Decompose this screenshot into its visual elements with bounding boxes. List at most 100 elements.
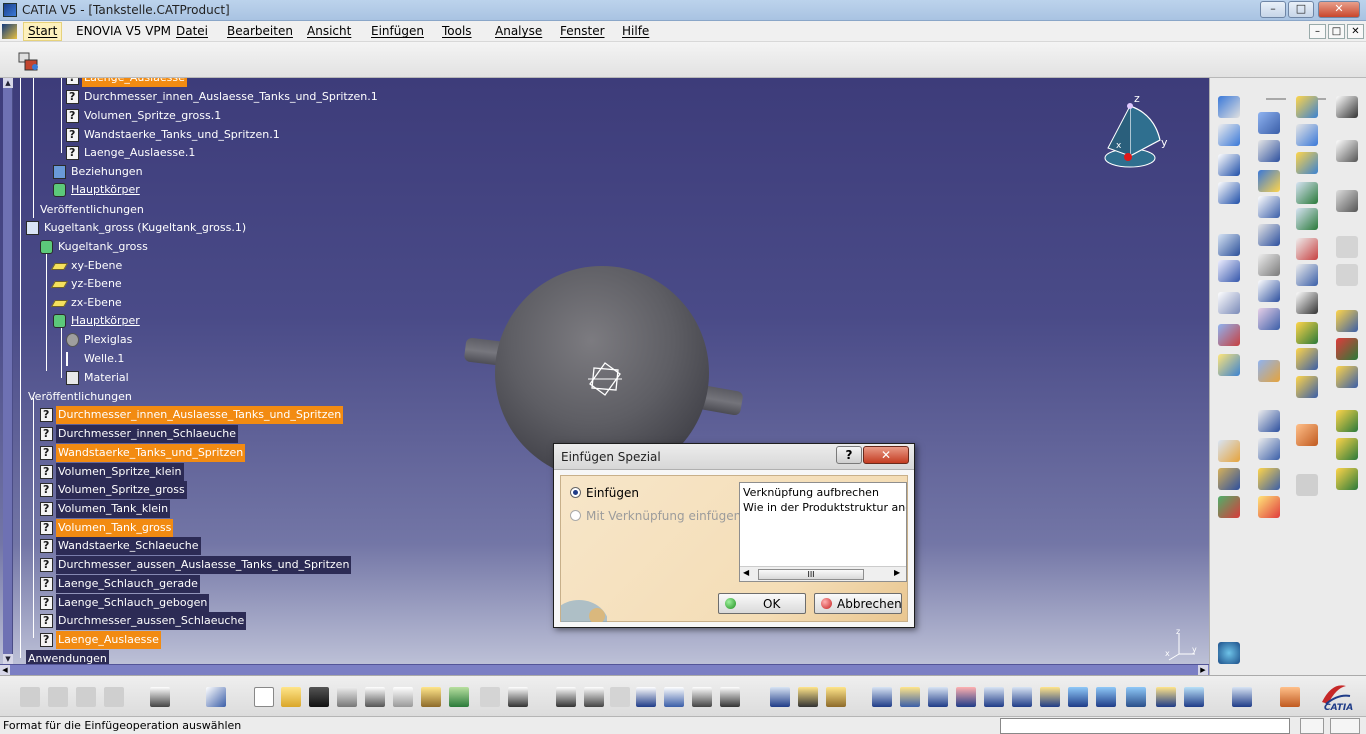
help-button[interactable]: ? [836, 446, 862, 464]
redo-icon[interactable] [480, 687, 500, 707]
offset-icon[interactable] [1336, 366, 1358, 388]
menu-fenster[interactable]: Fenster [560, 24, 605, 38]
disabled-tool-icon[interactable] [1336, 236, 1358, 258]
properties-icon[interactable] [1296, 376, 1318, 398]
disabled-tool-icon[interactable] [20, 687, 40, 707]
zoom-in-icon[interactable] [984, 687, 1004, 707]
hide-show-icon[interactable] [1156, 687, 1176, 707]
swirl-icon[interactable] [1218, 642, 1240, 664]
measure-inertia-icon[interactable] [826, 687, 846, 707]
doc-restore-button[interactable]: □ [1328, 24, 1345, 39]
abc-icon[interactable] [1218, 260, 1240, 282]
table-icon[interactable] [636, 687, 656, 707]
multi-view-icon[interactable] [1068, 687, 1088, 707]
minimize-button[interactable]: – [1260, 1, 1286, 18]
menu-hilfe[interactable]: Hilfe [622, 24, 649, 38]
close-button[interactable]: ✕ [1318, 1, 1360, 18]
anchor-icon[interactable] [1258, 224, 1280, 246]
radio-mit-verknuepfung[interactable] [570, 510, 581, 521]
measure-icon[interactable] [1218, 292, 1240, 314]
knowledge-icon[interactable] [1218, 468, 1240, 490]
select-icon[interactable] [1296, 208, 1318, 230]
scroll-right-icon[interactable]: ▶ [894, 568, 900, 577]
constraints-icon[interactable] [1218, 496, 1240, 518]
catia-menu-icon[interactable] [2, 24, 17, 39]
fasten-icon[interactable] [1258, 410, 1280, 432]
menu-tools[interactable]: Tools [442, 24, 472, 38]
flip-icon[interactable] [1336, 338, 1358, 360]
menu-analyse[interactable]: Analyse [495, 24, 542, 38]
fix-together-icon[interactable] [1336, 410, 1358, 432]
pan-icon[interactable] [928, 687, 948, 707]
scroll-right-icon[interactable]: ▶ [1198, 665, 1208, 675]
scroll-thumb[interactable]: III [758, 569, 864, 580]
menu-start[interactable]: Start [23, 22, 63, 41]
annotation-icon[interactable] [1258, 280, 1280, 302]
select-arrow-icon[interactable] [1336, 96, 1358, 118]
chain-icon[interactable] [1258, 308, 1280, 330]
refresh-icon[interactable] [1296, 124, 1318, 146]
command-input[interactable] [1000, 718, 1290, 734]
list-item[interactable]: Wie in der Produktstruktur angegeben [743, 501, 906, 514]
status-button[interactable] [1300, 718, 1324, 734]
menu-einfuegen[interactable]: Einfügen [371, 24, 424, 38]
plane-tool-icon[interactable] [1336, 310, 1358, 332]
layer-icon[interactable] [1232, 687, 1252, 707]
orientation-compass-icon[interactable]: z y x [1098, 88, 1178, 173]
gears-icon[interactable] [1336, 190, 1358, 212]
radio-einfuegen-label[interactable]: Einfügen [586, 486, 639, 500]
printer-icon[interactable] [337, 687, 357, 707]
print-icon[interactable] [206, 687, 226, 707]
reuse-pattern-icon[interactable] [1258, 496, 1280, 518]
normal-view-icon[interactable] [1040, 687, 1060, 707]
whats-this-icon[interactable] [508, 687, 528, 707]
pen-icon[interactable] [1258, 254, 1280, 276]
disabled-tool-icon[interactable] [610, 687, 630, 707]
users-icon[interactable] [1296, 424, 1318, 446]
dialog-close-button[interactable]: ✕ [863, 446, 909, 464]
product-structure-icon[interactable] [17, 51, 41, 73]
catia-app-icon[interactable] [3, 3, 17, 17]
menu-ansicht[interactable]: Ansicht [307, 24, 351, 38]
scroll-left-icon[interactable]: ◀ [743, 568, 749, 577]
open-icon[interactable] [281, 687, 301, 707]
radio-einfuegen[interactable] [570, 487, 581, 498]
measure-between-icon[interactable] [770, 687, 790, 707]
zoom-out-icon[interactable] [1012, 687, 1032, 707]
menu-bearbeiten[interactable]: Bearbeiten [227, 24, 293, 38]
menu-enovia[interactable]: ENOVIA V5 VPM [76, 24, 171, 38]
new-icon[interactable] [254, 687, 274, 707]
table-icon[interactable] [1296, 348, 1318, 370]
coincidence-icon[interactable] [1336, 438, 1358, 460]
copy-icon[interactable] [393, 687, 413, 707]
doc-close-button[interactable]: ✕ [1347, 24, 1364, 39]
select-mode-icon[interactable] [1336, 140, 1358, 162]
doc-minimize-button[interactable]: – [1309, 24, 1326, 39]
measure-item-icon[interactable] [798, 687, 818, 707]
paste-icon[interactable] [421, 687, 441, 707]
list-item[interactable]: Verknüpfung aufbrechen [743, 486, 879, 499]
scene-icon[interactable] [1258, 360, 1280, 382]
disabled-tool-icon[interactable] [76, 687, 96, 707]
new-product-icon[interactable] [1218, 124, 1240, 146]
section-icon[interactable] [1218, 354, 1240, 376]
manipulate-icon[interactable] [1258, 170, 1280, 192]
cut-icon[interactable] [365, 687, 385, 707]
rotate-icon[interactable] [956, 687, 976, 707]
format-listbox[interactable]: Verknüpfung aufbrechen Wie in der Produk… [739, 482, 907, 582]
arrow-icon[interactable] [1296, 182, 1318, 204]
fit-all-icon[interactable] [900, 687, 920, 707]
radio-mit-verknuepfung-label[interactable]: Mit Verknüpfung einfügen [586, 509, 741, 523]
dialog-title-bar[interactable]: Einfügen Spezial ? ✕ [554, 444, 914, 470]
maximize-button[interactable]: □ [1288, 1, 1314, 18]
assembly-features-icon[interactable] [1258, 438, 1280, 460]
grid-snap-icon[interactable] [1280, 687, 1300, 707]
new-component-icon[interactable] [1218, 96, 1240, 118]
explode-icon[interactable] [1258, 196, 1280, 218]
camera-icon[interactable] [150, 687, 170, 707]
undo-icon[interactable] [449, 687, 469, 707]
iso-view-icon[interactable] [1096, 687, 1116, 707]
status-button[interactable] [1330, 718, 1360, 734]
disabled-tool-icon[interactable] [48, 687, 68, 707]
snap-icon[interactable] [1258, 140, 1280, 162]
